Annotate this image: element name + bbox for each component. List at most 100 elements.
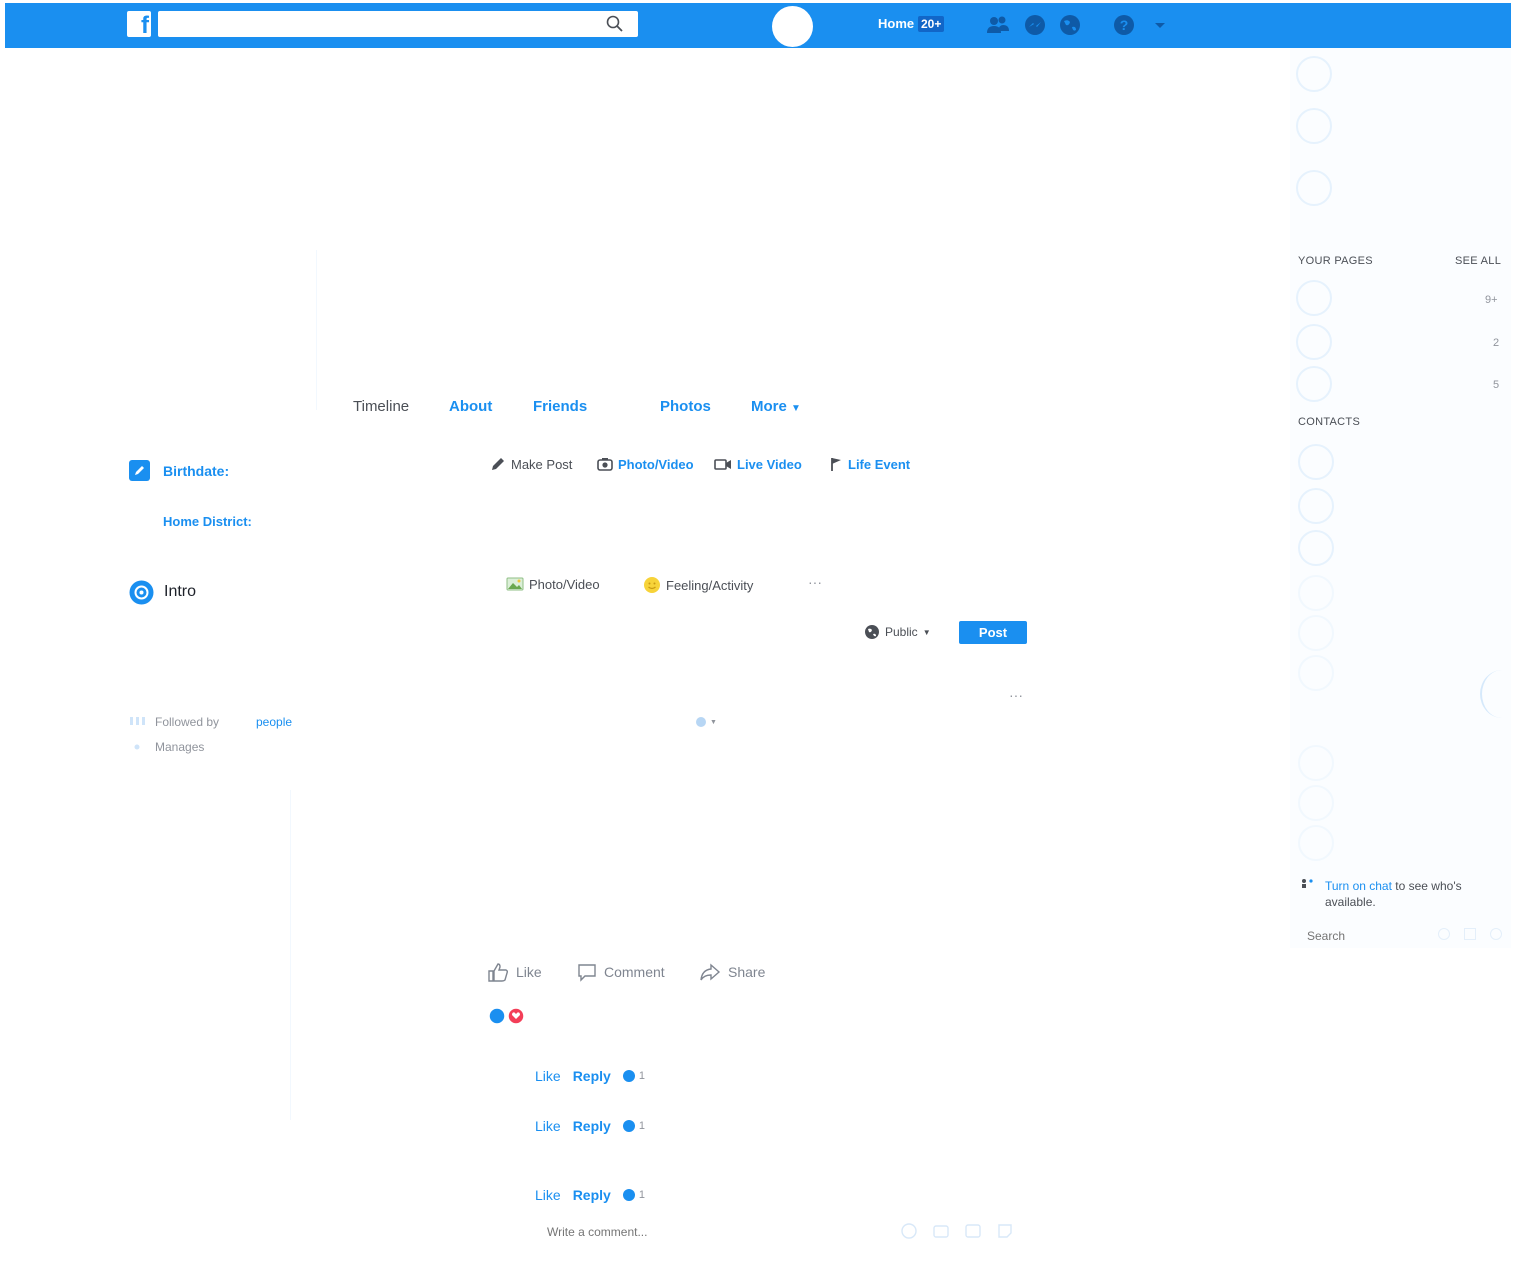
camera-icon[interactable] [932,1222,950,1240]
search-input[interactable] [158,11,638,37]
story-avatar[interactable] [1296,108,1332,144]
followers-icon [130,717,145,725]
video-camera-icon [714,459,731,470]
privacy-label: Public [885,625,918,639]
comment-button[interactable]: Comment [577,962,665,982]
live-video-tab[interactable]: Live Video [714,456,802,472]
tab-photos[interactable]: Photos [660,398,711,415]
feeling-activity-option[interactable]: Feeling/Activity [643,576,753,594]
help-icon[interactable]: ? [1112,13,1136,37]
home-district-label: Home District: [163,514,252,529]
story-avatar[interactable] [1296,170,1332,206]
chat-people-icon [1302,879,1313,888]
turn-on-chat-link[interactable]: Turn on chat [1325,879,1392,893]
page-notification-count: 5 [1493,379,1500,391]
comment-reply-link[interactable]: Reply [573,1187,611,1203]
share-button[interactable]: Share [699,962,765,982]
edit-icon[interactable] [129,460,150,481]
photo-video-option[interactable]: Photo/Video [506,576,600,592]
notifications-globe-icon[interactable] [1058,13,1082,37]
life-event-tab[interactable]: Life Event [829,456,910,472]
your-pages-heading: YOUR PAGES [1298,255,1373,267]
left-column-divider [290,790,291,1120]
profile-avatar[interactable] [772,6,813,47]
tab-friends[interactable]: Friends [533,398,587,415]
friend-requests-icon[interactable] [986,13,1010,37]
tab-more[interactable]: More ▼ [751,398,801,415]
reactions-summary[interactable] [488,1007,528,1025]
post-audience-selector[interactable]: ▼ [695,716,717,728]
new-message-icon[interactable] [1438,928,1450,940]
turn-on-chat-message: Turn on chat to see who's available. [1325,878,1505,910]
thumbs-up-icon [488,963,509,982]
post-button[interactable]: Post [959,621,1027,644]
camera-icon [597,458,613,471]
comment-reactions[interactable]: 1 [622,1120,645,1132]
comment-reactions[interactable]: 1 [622,1189,645,1201]
globe-icon [865,625,879,639]
contact-avatar[interactable] [1298,785,1334,821]
comment-like-link[interactable]: Like [535,1187,561,1203]
comment-reaction-count: 1 [638,1189,645,1201]
comment-actions: Like Reply 1 [535,1187,645,1203]
photo-video-option-label: Photo/Video [529,576,600,592]
tab-about[interactable]: About [449,398,492,415]
comment-actions: Like Reply 1 [535,1118,645,1134]
photo-video-tab-label: Photo/Video [618,456,694,472]
settings-gear-icon[interactable] [1490,928,1502,940]
comment-reply-link[interactable]: Reply [573,1068,611,1084]
contact-avatar[interactable] [1298,655,1334,691]
gif-icon[interactable] [964,1222,982,1240]
see-all-link[interactable]: SEE ALL [1455,255,1501,267]
page-avatar[interactable] [1296,366,1332,402]
composer-more-icon[interactable]: ··· [808,574,822,590]
feeling-activity-label: Feeling/Activity [666,577,754,593]
search-icon[interactable] [604,13,626,35]
live-video-label: Live Video [737,456,802,472]
followed-by-link[interactable]: people [256,715,292,729]
tab-timeline[interactable]: Timeline [353,398,409,415]
comment-reaction-count: 1 [638,1120,645,1132]
chat-search-input[interactable] [1305,926,1439,946]
page-avatar[interactable] [1296,280,1332,316]
photo-icon [506,577,524,591]
photo-video-tab[interactable]: Photo/Video [597,456,694,472]
comment-input[interactable] [545,1220,889,1244]
create-group-icon[interactable] [1464,928,1476,940]
contact-avatar[interactable] [1298,825,1334,861]
contact-avatar[interactable] [1298,575,1334,611]
post-menu-icon[interactable]: ··· [1009,687,1023,703]
birthdate-label: Birthdate: [163,463,230,479]
make-post-tab[interactable]: Make Post [490,456,572,472]
page-avatar[interactable] [1296,324,1332,360]
comment-input-tools [900,1222,1014,1240]
messenger-icon[interactable] [1023,13,1047,37]
manages-label: Manages [155,740,205,754]
chevron-down-icon: ▼ [791,403,801,414]
like-button[interactable]: Like [487,962,542,982]
comment-like-link[interactable]: Like [535,1118,561,1134]
contact-avatar[interactable] [1298,488,1334,524]
contact-avatar[interactable] [1298,444,1334,480]
comment-reactions[interactable]: 1 [622,1070,645,1082]
chevron-down-icon[interactable] [1148,13,1172,37]
facebook-logo-icon[interactable]: f [127,11,151,37]
privacy-selector[interactable]: Public ▼ [864,624,931,640]
chat-scroll-handle[interactable] [1480,670,1518,718]
intro-globe-icon [129,580,154,605]
sticker-icon[interactable] [996,1222,1014,1240]
cover-divider [316,250,317,410]
contact-avatar[interactable] [1298,530,1334,566]
contact-avatar[interactable] [1298,615,1334,651]
comment-reply-link[interactable]: Reply [573,1118,611,1134]
like-reaction-icon [622,1070,635,1082]
intro-heading: Intro [164,583,197,600]
story-avatar[interactable] [1296,56,1332,92]
pencil-icon [492,458,504,470]
emoji-icon[interactable] [900,1222,918,1240]
comment-like-link[interactable]: Like [535,1068,561,1084]
like-label: Like [516,964,542,980]
chat-tools [1438,928,1502,940]
contact-avatar[interactable] [1298,745,1334,781]
home-link[interactable]: Home [878,16,914,31]
